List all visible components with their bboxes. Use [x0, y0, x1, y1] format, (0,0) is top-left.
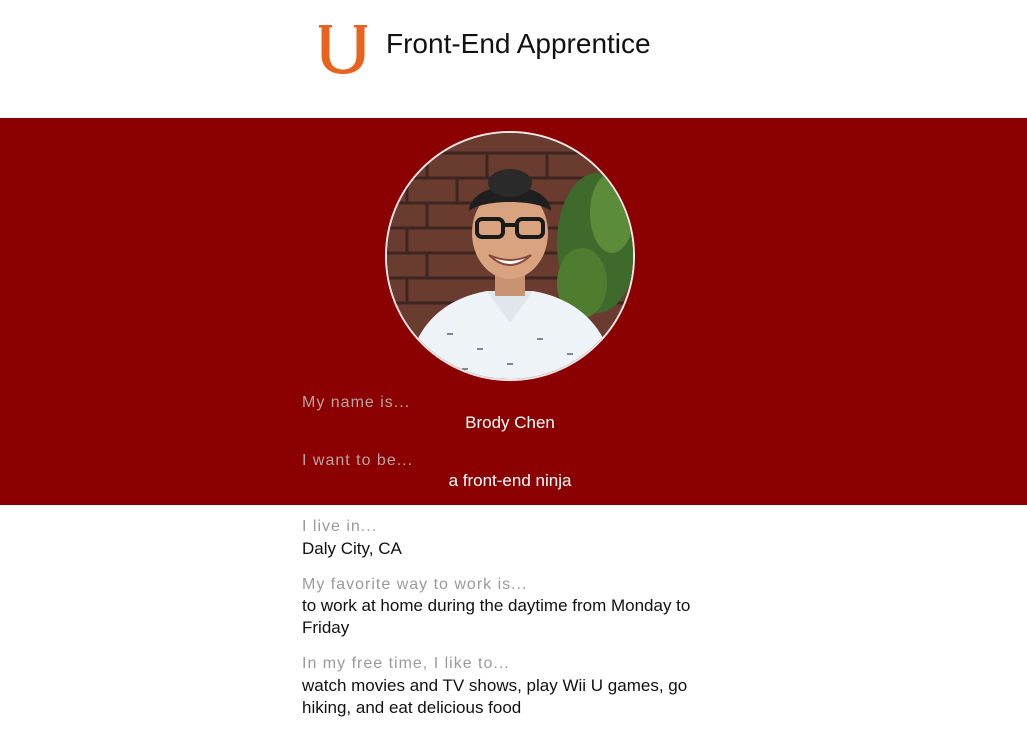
- profile-photo: [385, 131, 635, 381]
- letter-u-logo-icon: [319, 25, 367, 74]
- location-value: Daly City, CA: [302, 539, 402, 558]
- page-header: Front-End Apprentice: [0, 0, 1027, 118]
- free-time-label: In my free time, I like to...: [302, 655, 510, 672]
- location-label: I live in...: [302, 518, 378, 535]
- free-time-value: watch movies and TV shows, play Wii U ga…: [302, 676, 688, 717]
- profile-hero: My name is... Brody Chen I want to be...…: [0, 118, 1027, 505]
- goal-value: a front-end ninja: [448, 471, 572, 490]
- site-title: Front-End Apprentice: [386, 28, 651, 59]
- name-label: My name is...: [302, 394, 411, 411]
- profile-details: I live in... Daly City, CA My favorite w…: [0, 505, 1027, 750]
- name-value: Brody Chen: [465, 413, 555, 432]
- work-value: to work at home during the daytime from …: [302, 596, 691, 637]
- work-label: My favorite way to work is...: [302, 576, 528, 593]
- goal-label: I want to be...: [302, 452, 414, 469]
